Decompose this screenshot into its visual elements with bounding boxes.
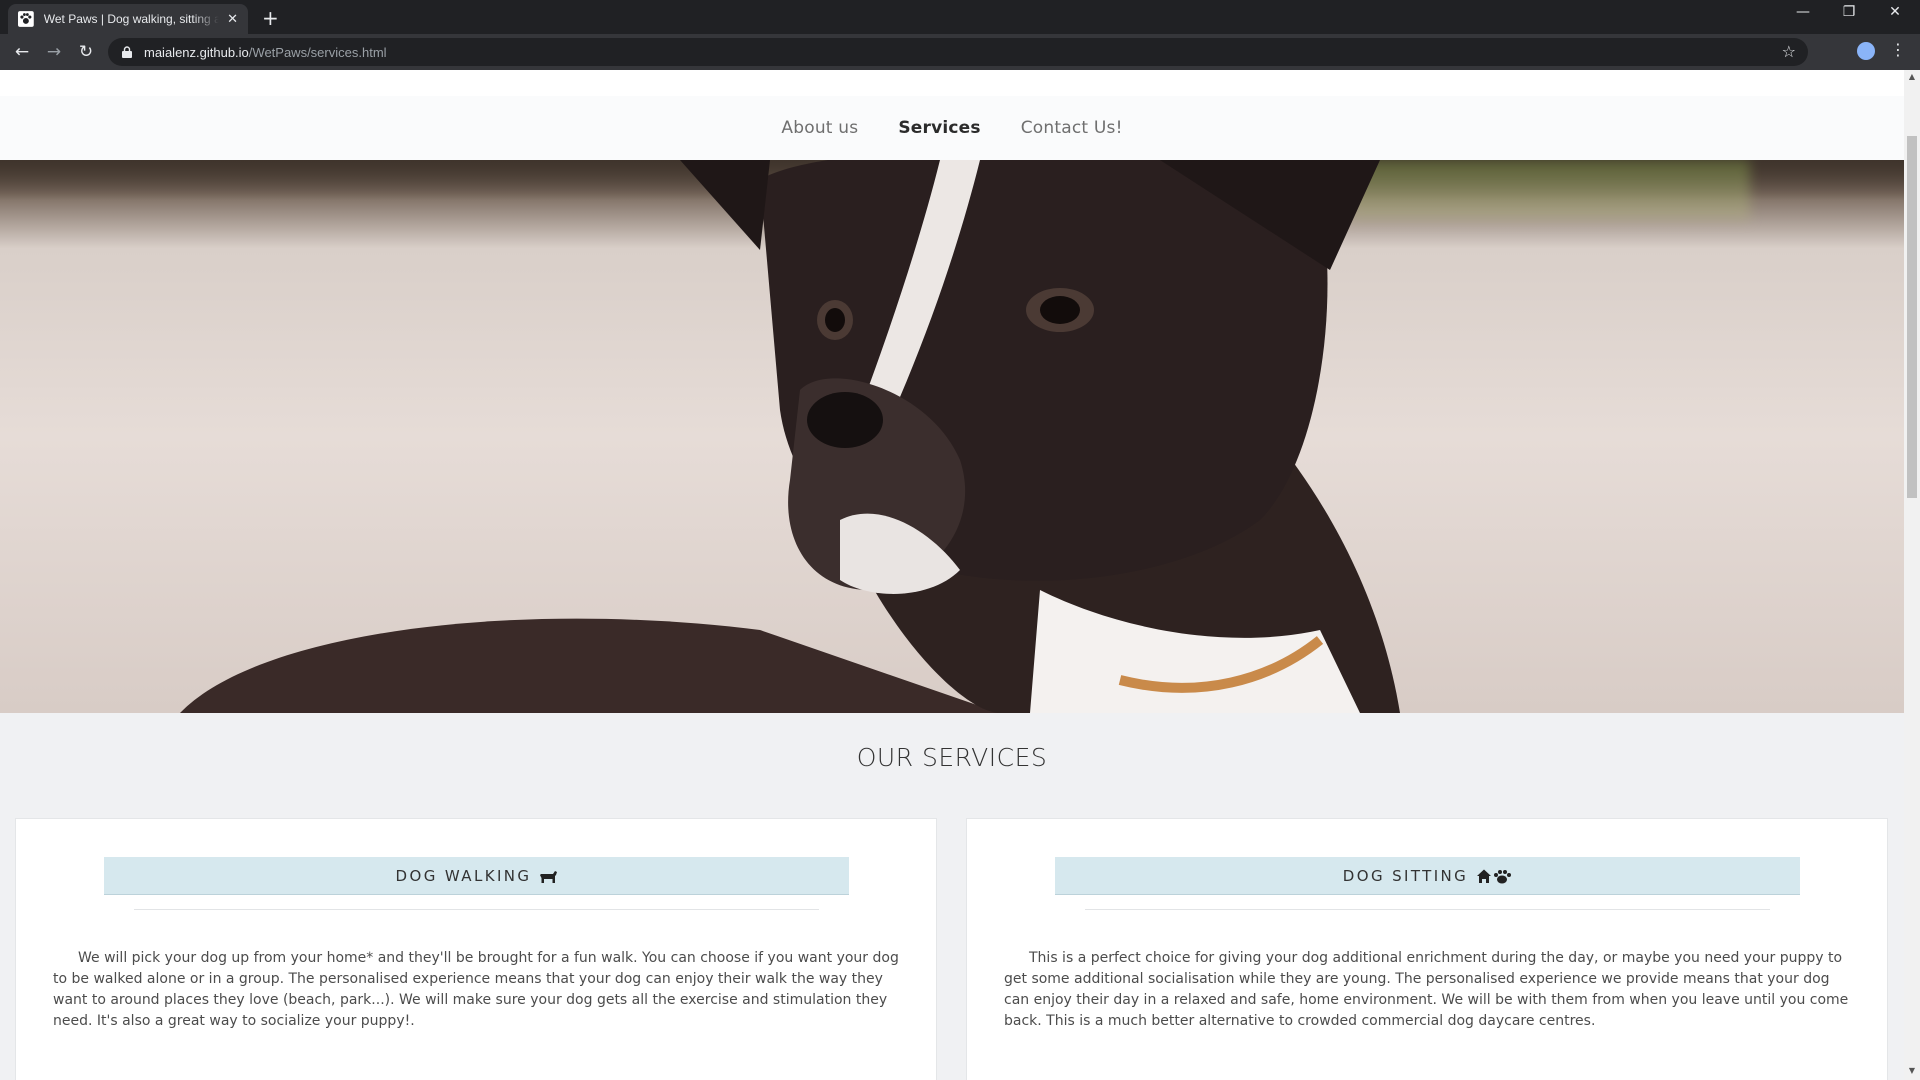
puppy-illustration bbox=[180, 160, 1400, 713]
browser-menu-icon[interactable]: ⋮ bbox=[1890, 40, 1906, 59]
close-window-button[interactable]: ✕ bbox=[1872, 4, 1918, 20]
url-host: maialenz.github.io bbox=[144, 44, 249, 60]
card-divider bbox=[1085, 909, 1770, 910]
card-divider bbox=[134, 909, 819, 910]
url-path: /WetPaws/services.html bbox=[248, 44, 387, 60]
card-header: DOG WALKING bbox=[104, 857, 849, 895]
header-strip bbox=[0, 70, 1904, 96]
nav-about-us[interactable]: About us bbox=[781, 118, 858, 138]
card-header: DOG SITTING bbox=[1055, 857, 1800, 895]
section-title: OUR SERVICES bbox=[856, 743, 1048, 772]
browser-toolbar: ← → ↻ maialenz.github.io/WetPaws/service… bbox=[0, 34, 1920, 70]
restore-button[interactable]: ❐ bbox=[1826, 4, 1872, 20]
hero-image bbox=[0, 160, 1904, 713]
page-viewport: About us Services Contact Us! OUR SERVIC… bbox=[0, 70, 1904, 1080]
reload-button[interactable]: ↻ bbox=[74, 40, 98, 64]
scrollbar-thumb[interactable] bbox=[1907, 136, 1917, 498]
site-navbar: About us Services Contact Us! bbox=[0, 96, 1904, 160]
paw-favicon-icon bbox=[18, 11, 34, 27]
scroll-down-arrow-icon[interactable]: ▼ bbox=[1904, 1066, 1920, 1078]
tab-title: Wet Paws | Dog walking, sitting and more bbox=[43, 12, 220, 26]
service-card-dog-walking: DOG WALKING We will pick your dog up fro… bbox=[15, 818, 937, 1080]
home-paw-icon bbox=[1477, 869, 1512, 883]
lock-icon bbox=[122, 46, 132, 58]
bookmark-star-icon[interactable]: ☆ bbox=[1782, 42, 1796, 61]
profile-avatar-icon[interactable] bbox=[1857, 42, 1875, 60]
nav-services[interactable]: Services bbox=[898, 118, 980, 138]
back-button[interactable]: ← bbox=[10, 40, 34, 64]
address-bar[interactable]: maialenz.github.io/WetPaws/services.html… bbox=[108, 38, 1808, 66]
tab-close-icon[interactable]: ✕ bbox=[227, 12, 238, 27]
browser-tab[interactable]: Wet Paws | Dog walking, sitting and more… bbox=[8, 4, 248, 34]
dog-icon bbox=[540, 870, 558, 883]
scroll-up-arrow-icon[interactable]: ▲ bbox=[1904, 72, 1920, 84]
browser-titlebar: Wet Paws | Dog walking, sitting and more… bbox=[0, 0, 1920, 34]
card-description: We will pick your dog up from your home*… bbox=[53, 950, 899, 1029]
new-tab-button[interactable]: + bbox=[262, 6, 279, 30]
service-card-dog-sitting: DOG SITTING This is a perfect choice for… bbox=[966, 818, 1888, 1080]
forward-button[interactable]: → bbox=[42, 40, 66, 64]
nav-contact-us[interactable]: Contact Us! bbox=[1021, 118, 1123, 138]
card-description: This is a perfect choice for giving your… bbox=[1004, 950, 1849, 1029]
page-scrollbar[interactable]: ▲ ▼ bbox=[1904, 70, 1920, 1080]
card-title: DOG SITTING bbox=[1342, 866, 1469, 885]
card-title: DOG WALKING bbox=[395, 866, 532, 885]
minimize-button[interactable]: — bbox=[1780, 4, 1826, 20]
